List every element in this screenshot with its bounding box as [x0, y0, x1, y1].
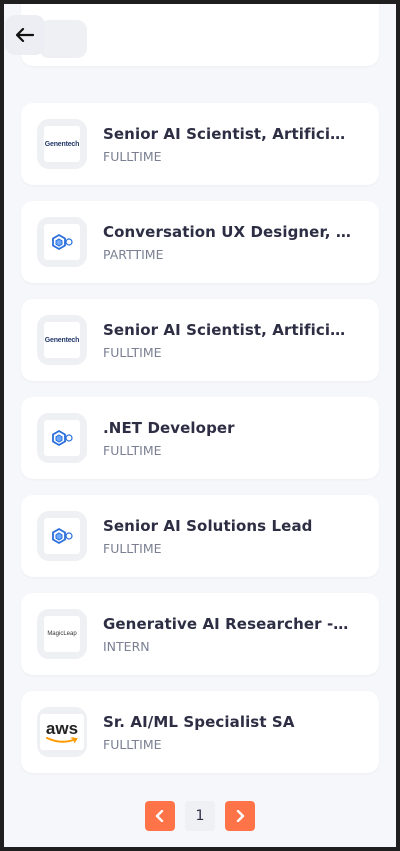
- company-logo: Genentech: [37, 315, 87, 365]
- page-number[interactable]: 1: [185, 801, 215, 831]
- cube-icon: [52, 233, 73, 251]
- company-logo: aws: [37, 707, 87, 757]
- job-card[interactable]: Genentech Senior AI Scientist, Artificia…: [21, 299, 379, 381]
- job-type: FULLTIME: [103, 148, 162, 164]
- genentech-logo: Genentech: [44, 336, 80, 344]
- job-card[interactable]: .NET Developer FULLTIME: [21, 397, 379, 479]
- company-logo: [37, 413, 87, 463]
- job-card[interactable]: Senior AI Solutions Lead FULLTIME: [21, 495, 379, 577]
- job-card[interactable]: Genentech Senior AI Scientist, Artificia…: [21, 103, 379, 185]
- arrow-left-icon: [16, 28, 34, 42]
- job-card[interactable]: Conversation UX Designer, AI ... PARTTIM…: [21, 201, 379, 283]
- back-button[interactable]: [5, 15, 45, 55]
- job-title: Senior AI Solutions Lead: [103, 516, 313, 535]
- job-list: Genentech Senior AI Scientist, Artificia…: [21, 103, 379, 789]
- job-card-partial[interactable]: [21, 4, 379, 66]
- company-logo: [39, 20, 87, 58]
- job-type: FULLTIME: [103, 540, 162, 556]
- next-page-button[interactable]: [225, 801, 255, 831]
- cube-icon: [52, 527, 73, 545]
- job-title: Conversation UX Designer, AI ...: [103, 222, 351, 241]
- job-card[interactable]: MagicLeap Generative AI Researcher - 20.…: [21, 593, 379, 675]
- company-logo: Genentech: [37, 119, 87, 169]
- job-title: Senior AI Scientist, Artificial In...: [103, 320, 351, 339]
- genentech-logo: Genentech: [44, 140, 80, 148]
- job-type: PARTTIME: [103, 246, 164, 262]
- chevron-left-icon: [155, 810, 164, 822]
- job-title: Sr. AI/ML Specialist SA: [103, 712, 295, 731]
- magic-leap-logo: MagicLeap: [47, 631, 77, 637]
- job-title: Senior AI Scientist, Artificial In...: [103, 124, 351, 143]
- job-list-screen: Genentech Senior AI Scientist, Artificia…: [4, 4, 396, 847]
- pagination: 1: [145, 801, 255, 831]
- job-type: INTERN: [103, 638, 150, 654]
- aws-logo: aws: [46, 720, 78, 744]
- job-type: FULLTIME: [103, 442, 162, 458]
- prev-page-button[interactable]: [145, 801, 175, 831]
- company-logo: MagicLeap: [37, 609, 87, 659]
- chevron-right-icon: [236, 810, 245, 822]
- job-title: .NET Developer: [103, 418, 235, 437]
- company-logo: [37, 217, 87, 267]
- cube-icon: [52, 429, 73, 447]
- job-card[interactable]: aws Sr. AI/ML Specialist SA FULLTIME: [21, 691, 379, 773]
- job-title: Generative AI Researcher - 20...: [103, 614, 351, 633]
- company-logo: [37, 511, 87, 561]
- job-type: FULLTIME: [103, 736, 162, 752]
- job-type: FULLTIME: [103, 344, 162, 360]
